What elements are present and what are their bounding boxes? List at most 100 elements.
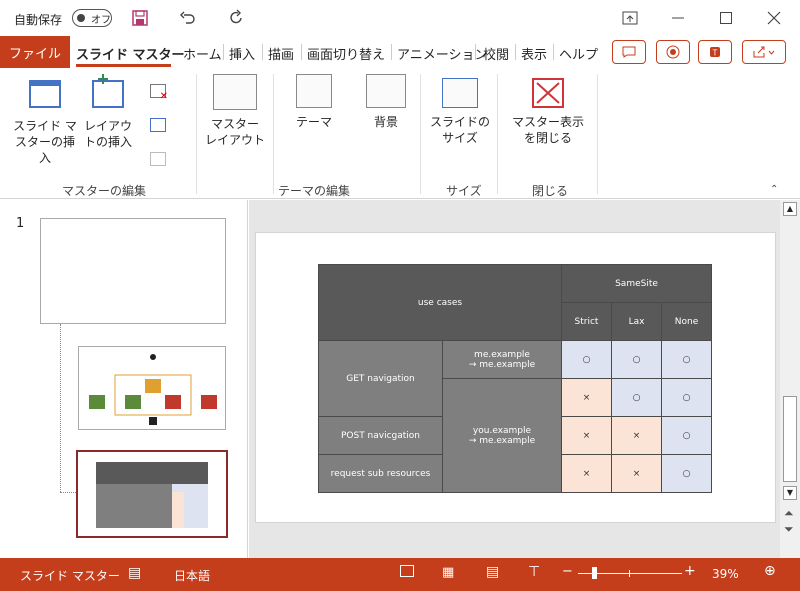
insert-layout-label: レイアウトの挿入 xyxy=(83,119,132,149)
status-language[interactable]: 日本語 xyxy=(174,567,210,584)
selected-layout-thumbnail[interactable] xyxy=(76,450,228,538)
ribbon-display-options-icon[interactable] xyxy=(618,6,642,30)
slide-size-icon xyxy=(442,78,478,108)
scroll-down-icon[interactable]: ▼ xyxy=(783,486,797,500)
cell-cross: × xyxy=(561,454,612,493)
slide-canvas[interactable]: use cases SameSite Strict Lax None GET n… xyxy=(255,232,776,523)
scroll-up-icon[interactable]: ▲ xyxy=(783,202,797,216)
master-layout-label: マスター レイアウト xyxy=(204,117,265,147)
zoom-slider-thumb[interactable] xyxy=(592,567,597,579)
ribbon-tabs: ファイル スライド マスター ホーム 挿入 描画 画面切り替え アニメーション … xyxy=(0,36,800,68)
record-button[interactable] xyxy=(656,40,690,64)
slide-size-button[interactable]: スライドの サイズ xyxy=(428,78,492,146)
tab-view[interactable]: 表示 xyxy=(521,44,547,63)
tab-divider xyxy=(515,44,516,60)
share-button[interactable] xyxy=(742,40,786,64)
samesite-table[interactable]: use cases SameSite Strict Lax None GET n… xyxy=(318,264,712,493)
maximize-icon[interactable] xyxy=(714,6,738,30)
row-get-navigation: GET navigation xyxy=(318,340,443,417)
zoom-level[interactable]: 39% xyxy=(712,567,739,581)
master-layout-button[interactable]: マスター レイアウト xyxy=(203,74,267,148)
autosave-state: オフ xyxy=(91,15,111,26)
use-cases-header: use cases xyxy=(318,264,562,341)
col-lax: Lax xyxy=(611,302,662,341)
status-mode: スライド マスター xyxy=(20,569,120,583)
cell-circle: ○ xyxy=(661,454,712,493)
status-bar: スライド マスター ▤ 日本語 ▦ ▤ ⊤ − + 39% ⊕ xyxy=(0,558,800,591)
cell-cross: × xyxy=(561,378,612,417)
row-me-example: me.example → me.example xyxy=(442,340,562,379)
scroll-thumb[interactable] xyxy=(783,396,797,482)
minimize-icon[interactable] xyxy=(666,6,690,30)
slideshow-icon[interactable]: ⊤ xyxy=(528,564,540,580)
layout-thumbnail[interactable] xyxy=(78,346,226,430)
ribbon-divider xyxy=(196,74,197,194)
tab-insert[interactable]: 挿入 xyxy=(229,44,255,63)
reading-view-icon[interactable]: ▤ xyxy=(486,564,499,580)
tab-animations[interactable]: アニメーション xyxy=(397,44,487,63)
fit-to-window-icon[interactable]: ⊕ xyxy=(764,563,776,579)
close-icon[interactable] xyxy=(762,6,786,30)
close-master-view-button[interactable]: マスター表示 を閉じる xyxy=(506,78,590,146)
save-icon[interactable] xyxy=(130,8,150,28)
redo-icon[interactable] xyxy=(226,8,246,28)
collapse-ribbon-icon[interactable]: ⌃ xyxy=(770,184,778,195)
cell-circle: ○ xyxy=(661,340,712,379)
theme-button[interactable]: テーマ xyxy=(282,74,346,130)
cell-cross: × xyxy=(611,454,662,493)
background-icon xyxy=(366,74,406,108)
col-strict: Strict xyxy=(561,302,612,341)
slide-editing-pane: use cases SameSite Strict Lax None GET n… xyxy=(249,200,780,558)
row-post-navigation: POST navicgation xyxy=(318,416,443,455)
insert-slide-master-button[interactable]: スライド マスターの挿入 xyxy=(10,80,80,166)
preserve-icon[interactable] xyxy=(150,152,166,166)
slide-sorter-icon[interactable]: ▦ xyxy=(442,565,454,580)
undo-icon[interactable] xyxy=(178,8,198,28)
cell-circle: ○ xyxy=(611,340,662,379)
delete-icon[interactable]: ✕ xyxy=(150,84,168,102)
group-master-edit: マスターの編集 xyxy=(62,184,147,198)
autosave-toggle[interactable]: オフ xyxy=(72,9,112,27)
zoom-slider[interactable] xyxy=(578,567,682,579)
tab-divider xyxy=(262,44,263,60)
tab-slide-master[interactable]: スライド マスター xyxy=(76,44,185,63)
thumbnail-pane: 1 xyxy=(0,200,248,558)
insert-master-label: スライド マスターの挿入 xyxy=(13,119,77,165)
cell-circle: ○ xyxy=(661,378,712,417)
cell-cross: × xyxy=(611,416,662,455)
thumbnail-connector xyxy=(60,324,61,492)
background-button[interactable]: 背景 xyxy=(356,74,416,130)
group-theme-edit: テーマの編集 xyxy=(278,184,351,198)
insert-layout-icon xyxy=(92,74,124,108)
teams-icon[interactable]: T xyxy=(698,40,732,64)
zoom-in-icon[interactable]: + xyxy=(684,563,696,579)
accessibility-icon[interactable]: ▤ xyxy=(128,565,141,581)
normal-view-icon[interactable] xyxy=(400,565,414,577)
tab-divider xyxy=(475,44,476,60)
tab-file[interactable]: ファイル xyxy=(0,36,70,68)
slide-size-label: スライドの サイズ xyxy=(429,115,490,145)
group-close: 閉じる xyxy=(532,184,569,198)
svg-text:T: T xyxy=(713,49,718,58)
slide-number: 1 xyxy=(16,216,25,231)
tab-draw[interactable]: 描画 xyxy=(268,44,294,63)
vertical-scrollbar[interactable]: ▲ ▼ ⏶ ⏷ xyxy=(780,200,800,558)
theme-icon xyxy=(296,74,332,108)
zoom-slider-center xyxy=(629,570,630,577)
tab-review[interactable]: 校閲 xyxy=(483,44,509,63)
close-master-icon xyxy=(532,78,564,108)
tab-transitions[interactable]: 画面切り替え xyxy=(307,44,385,63)
theme-label: テーマ xyxy=(295,115,332,129)
tab-help[interactable]: ヘルプ xyxy=(559,44,598,63)
ribbon: スライド マスターの挿入 レイアウトの挿入 ✕ マスターの編集 マスター レイア… xyxy=(0,68,800,199)
comments-button[interactable] xyxy=(612,40,646,64)
rename-icon[interactable] xyxy=(150,118,166,132)
previous-slide-icon[interactable]: ⏶ xyxy=(784,506,794,521)
tab-divider xyxy=(391,44,392,60)
next-slide-icon[interactable]: ⏷ xyxy=(784,522,794,537)
master-thumbnail[interactable] xyxy=(40,218,226,324)
insert-layout-button[interactable]: レイアウトの挿入 xyxy=(80,74,136,150)
tab-home[interactable]: ホーム xyxy=(183,44,222,63)
insert-master-icon xyxy=(29,80,61,108)
zoom-out-icon[interactable]: − xyxy=(562,564,573,579)
